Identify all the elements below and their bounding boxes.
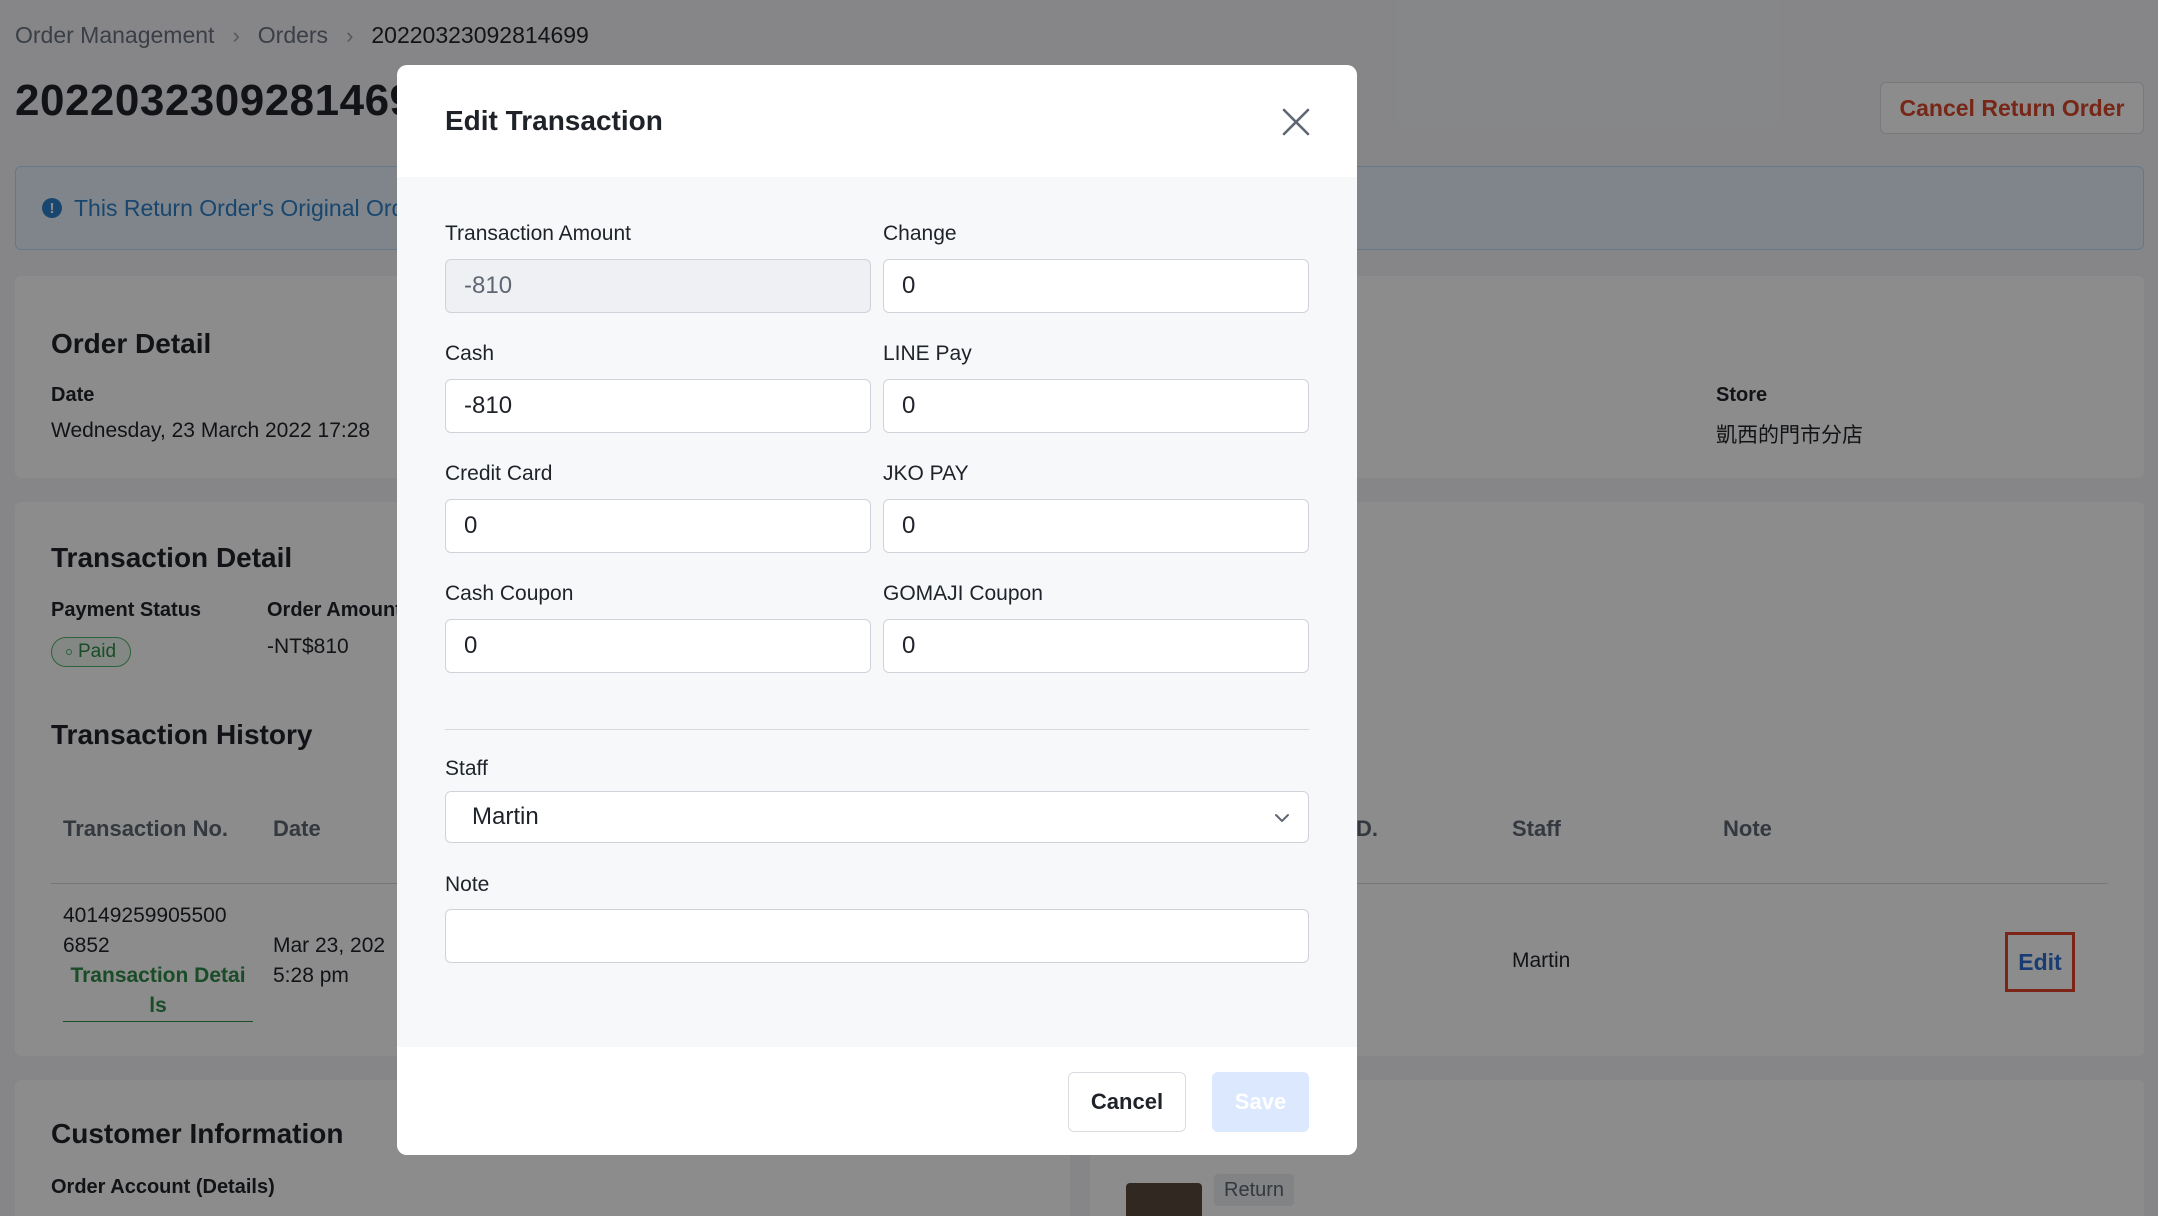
modal-header: Edit Transaction [397, 65, 1357, 177]
cash-coupon-field[interactable]: 0 [445, 619, 871, 673]
note-field[interactable] [445, 909, 1309, 963]
jko-pay-label: JKO PAY [883, 462, 969, 485]
note-label: Note [445, 873, 490, 896]
cash-coupon-label: Cash Coupon [445, 582, 574, 605]
modal-title: Edit Transaction [445, 105, 663, 136]
cash-field[interactable]: -810 [445, 379, 871, 433]
credit-card-label: Credit Card [445, 462, 553, 485]
close-icon[interactable] [1281, 107, 1311, 137]
line-pay-field[interactable]: 0 [883, 379, 1309, 433]
chevron-down-icon [1275, 814, 1289, 822]
change-field[interactable]: 0 [883, 259, 1309, 313]
edit-transaction-modal: Edit Transaction Transaction Amount -810… [397, 65, 1357, 1155]
credit-card-field[interactable]: 0 [445, 499, 871, 553]
gomaji-coupon-field[interactable]: 0 [883, 619, 1309, 673]
staff-label: Staff [445, 757, 488, 780]
transaction-amount-field: -810 [445, 259, 871, 313]
page: Order Management › Orders › 202203230928… [0, 0, 2158, 1216]
staff-select-value: Martin [472, 803, 539, 830]
save-button[interactable]: Save [1212, 1072, 1309, 1132]
gomaji-coupon-label: GOMAJI Coupon [883, 582, 1043, 605]
line-pay-label: LINE Pay [883, 342, 972, 365]
staff-select[interactable]: Martin [445, 791, 1309, 843]
form-divider [445, 729, 1309, 730]
cash-label: Cash [445, 342, 495, 365]
jko-pay-field[interactable]: 0 [883, 499, 1309, 553]
cancel-button[interactable]: Cancel [1068, 1072, 1186, 1132]
transaction-amount-label: Transaction Amount [445, 222, 631, 245]
change-label: Change [883, 222, 957, 245]
